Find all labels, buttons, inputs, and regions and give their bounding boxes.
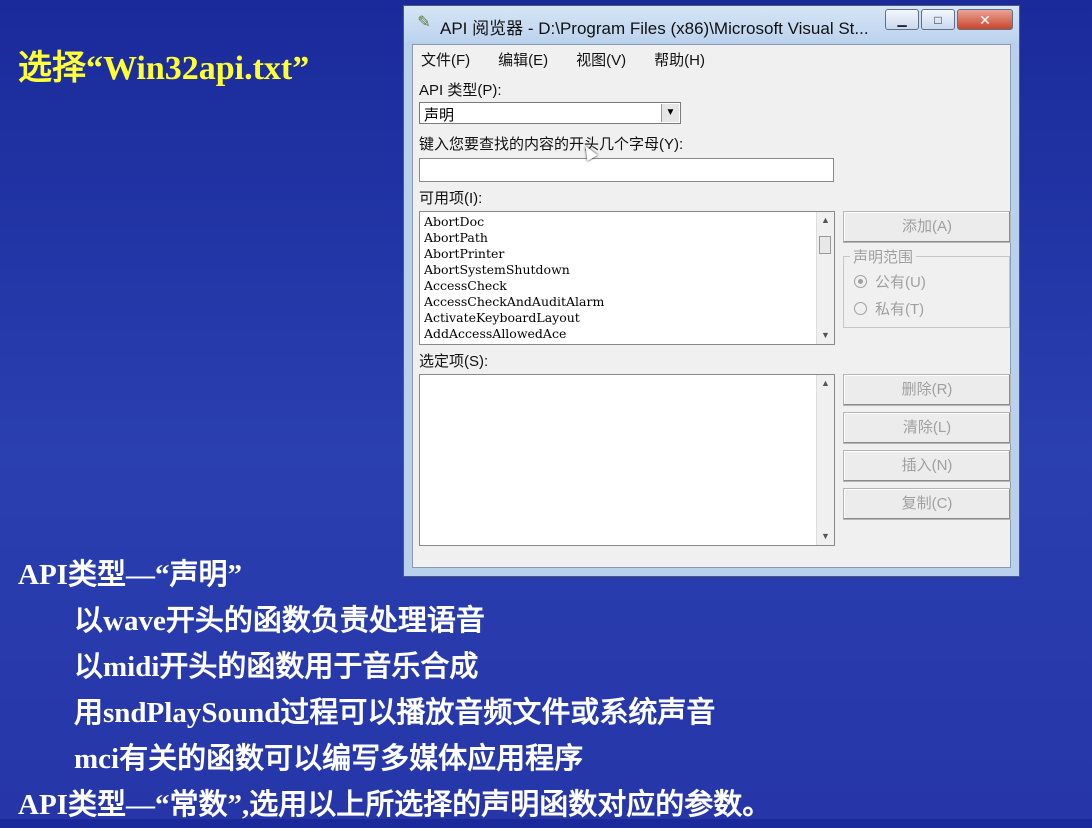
scope-group: 声明范围 公有(U) 私有(T) xyxy=(843,246,1010,328)
bullet-line: 以wave开头的函数负责处理语音 xyxy=(74,605,485,637)
available-scrollbar[interactable]: ▲ ▼ xyxy=(816,212,834,344)
copy-button[interactable]: 复制(C) xyxy=(843,488,1011,520)
window-titlebar[interactable]: ✎ API 阅览器 - D:\Program Files (x86)\Micro… xyxy=(404,6,1019,42)
available-items-list[interactable]: AbortDoc AbortPath AbortPrinter AbortSys… xyxy=(419,211,835,345)
list-item[interactable]: AccessCheck xyxy=(424,278,604,294)
list-item[interactable]: AbortPrinter xyxy=(424,246,604,262)
remove-button[interactable]: 删除(R) xyxy=(843,374,1011,406)
slide-title: 选择“Win32api.txt” xyxy=(18,50,310,87)
search-label: 键入您要查找的内容的开头几个字母(Y): xyxy=(419,136,684,153)
available-items-label: 可用项(I): xyxy=(419,190,483,207)
scope-group-label: 声明范围 xyxy=(850,246,917,267)
insert-button[interactable]: 插入(N) xyxy=(843,450,1011,482)
list-item[interactable]: AbortPath xyxy=(424,230,604,246)
selected-scrollbar[interactable]: ▲ ▼ xyxy=(816,375,834,545)
api-viewer-icon: ✎ xyxy=(417,14,431,31)
radio-selected-icon xyxy=(854,275,867,288)
window-title: API 阅览器 - D:\Program Files (x86)\Microso… xyxy=(440,19,869,38)
scroll-down-icon[interactable]: ▼ xyxy=(817,528,834,545)
bullet-line: mci有关的函数可以编写多媒体应用程序 xyxy=(74,743,584,775)
list-item[interactable]: AbortDoc xyxy=(424,214,604,230)
close-button[interactable]: ✕ xyxy=(957,9,1013,30)
api-viewer-window: ✎ API 阅览器 - D:\Program Files (x86)\Micro… xyxy=(403,5,1020,577)
selected-items-label: 选定项(S): xyxy=(419,353,489,370)
api-type-value: 声明 xyxy=(424,107,455,124)
list-item[interactable]: AbortSystemShutdown xyxy=(424,262,604,278)
api-type-select[interactable]: 声明 ▼ xyxy=(419,102,681,124)
radio-unselected-icon xyxy=(854,302,867,315)
menu-bar: 文件(F) 编辑(E) 视图(V) 帮助(H) xyxy=(417,47,709,72)
minimize-button[interactable]: ▁ xyxy=(885,9,919,30)
bullet-line: 用sndPlaySound过程可以播放音频文件或系统声音 xyxy=(74,697,716,729)
scroll-up-icon[interactable]: ▲ xyxy=(817,375,834,392)
scope-public-label: 公有(U) xyxy=(875,274,926,291)
bullet-line: API类型—“常数”,选用以上所选择的声明函数对应的参数。 xyxy=(18,789,772,821)
scope-private-label: 私有(T) xyxy=(875,301,925,318)
chevron-down-icon[interactable]: ▼ xyxy=(661,104,679,122)
menu-edit[interactable]: 编辑(E) xyxy=(494,47,552,72)
list-item[interactable]: AddAccessAllowedAce xyxy=(424,326,604,342)
scroll-down-icon[interactable]: ▼ xyxy=(817,327,834,344)
list-item[interactable]: AccessCheckAndAuditAlarm xyxy=(424,294,604,310)
search-input[interactable] xyxy=(419,158,834,182)
scope-private-radio[interactable]: 私有(T) xyxy=(854,298,924,319)
slide-bullets: API类型—“声明” 以wave开头的函数负责处理语音 以midi开头的函数用于… xyxy=(18,552,771,828)
menu-help[interactable]: 帮助(H) xyxy=(650,47,709,72)
maximize-button[interactable]: □ xyxy=(921,9,955,30)
bullet-line: API类型—“声明” xyxy=(18,559,242,591)
window-client: 文件(F) 编辑(E) 视图(V) 帮助(H) API 类型(P): 声明 ▼ … xyxy=(412,44,1011,568)
list-item[interactable]: ActivateKeyboardLayout xyxy=(424,310,604,326)
scope-public-radio[interactable]: 公有(U) xyxy=(854,271,926,292)
clear-button[interactable]: 清除(L) xyxy=(843,412,1011,444)
menu-file[interactable]: 文件(F) xyxy=(417,47,474,72)
scroll-thumb[interactable] xyxy=(819,236,831,254)
selected-items-box[interactable]: ▲ ▼ xyxy=(419,374,835,546)
scroll-up-icon[interactable]: ▲ xyxy=(817,212,834,229)
menu-view[interactable]: 视图(V) xyxy=(572,47,630,72)
api-type-label: API 类型(P): xyxy=(419,82,502,99)
add-button[interactable]: 添加(A) xyxy=(843,211,1011,243)
bullet-line: 以midi开头的函数用于音乐合成 xyxy=(74,651,479,683)
